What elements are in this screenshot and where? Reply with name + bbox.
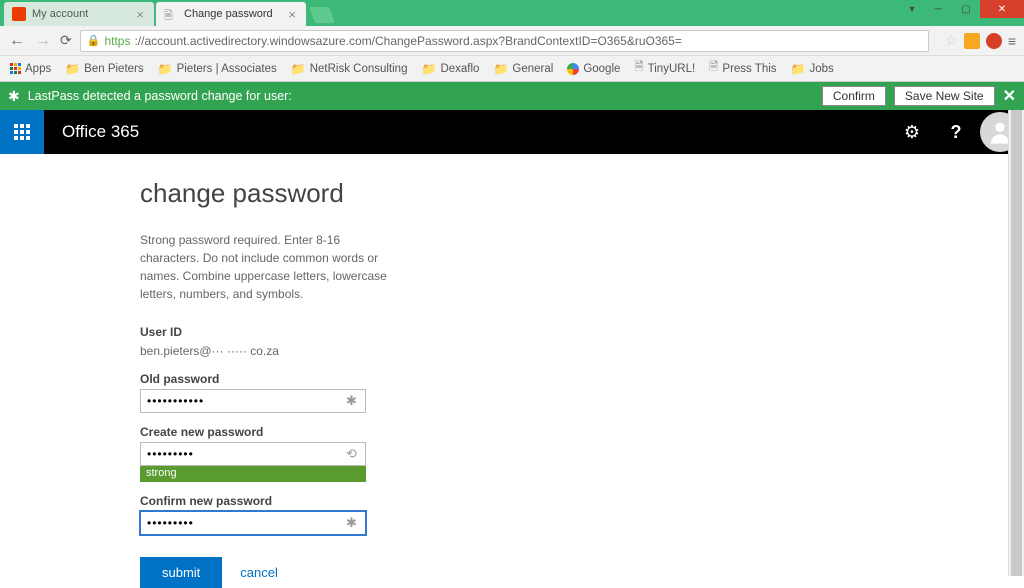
address-bar[interactable]: 🔒 https ://account.activedirectory.windo…: [80, 30, 930, 52]
scrollbar-thumb[interactable]: [1011, 110, 1022, 576]
close-tab-icon[interactable]: ×: [136, 7, 144, 22]
lastpass-close-icon[interactable]: ✕: [1003, 86, 1016, 106]
folder-icon: 📁: [791, 62, 806, 76]
old-password-label: Old password: [140, 372, 1005, 386]
window-close-button[interactable]: ✕: [980, 0, 1024, 18]
window-user-button[interactable]: ▾: [900, 0, 924, 18]
lastpass-confirm-button[interactable]: Confirm: [822, 86, 886, 106]
app-launcher-button[interactable]: [0, 110, 44, 154]
gear-icon: ⚙: [904, 122, 920, 143]
o365-product-name: Office 365: [62, 122, 139, 142]
lastpass-message: LastPass detected a password change for …: [28, 89, 292, 103]
cancel-link[interactable]: cancel: [240, 565, 278, 580]
bookmark-item[interactable]: 🗎Press This: [709, 59, 776, 78]
bookmark-item[interactable]: Google: [567, 63, 620, 75]
bookmark-item[interactable]: 📁Jobs: [791, 62, 834, 76]
waffle-icon: [14, 124, 30, 140]
page-title: change password: [140, 178, 1005, 209]
folder-icon: 📁: [421, 62, 436, 76]
bookmark-item[interactable]: 📁Pieters | Associates: [158, 62, 277, 76]
google-icon: [567, 63, 579, 75]
new-password-input[interactable]: [140, 442, 366, 466]
new-tab-button[interactable]: [309, 7, 335, 23]
confirm-password-label: Confirm new password: [140, 494, 1005, 508]
extension-icon[interactable]: [964, 33, 980, 49]
extension-icon[interactable]: [986, 33, 1002, 49]
o365-header: Office 365 ⚙ ?: [0, 110, 1024, 154]
help-button[interactable]: ?: [934, 110, 978, 154]
page-favicon: 🗎: [164, 7, 178, 21]
bookmark-item[interactable]: 📁Ben Pieters: [65, 62, 143, 76]
bookmark-item[interactable]: 📁Dexaflo: [421, 62, 479, 76]
vertical-scrollbar[interactable]: [1008, 110, 1024, 576]
forward-button: →: [34, 32, 52, 50]
back-button[interactable]: ←: [8, 32, 26, 50]
settings-button[interactable]: ⚙: [890, 110, 934, 154]
folder-icon: 📁: [65, 62, 80, 76]
tab-title: My account: [32, 8, 88, 20]
lastpass-save-button[interactable]: Save New Site: [894, 86, 995, 106]
old-password-input[interactable]: [140, 389, 366, 413]
password-help-text: Strong password required. Enter 8-16 cha…: [140, 231, 400, 303]
userid-value: ben.pieters@··· ····· co.za: [140, 344, 279, 358]
lock-icon: 🔒: [87, 34, 101, 47]
password-strength-indicator: strong: [140, 466, 366, 482]
apps-grid-icon: [10, 63, 21, 74]
browser-tab-strip: My account × 🗎 Change password ×: [0, 0, 1024, 26]
page-content: change password Strong password required…: [0, 154, 1005, 588]
url-path: ://account.activedirectory.windowsazure.…: [134, 34, 681, 48]
window-maximize-button[interactable]: ▢: [952, 0, 980, 18]
bookmark-item[interactable]: 📁NetRisk Consulting: [291, 62, 408, 76]
close-tab-icon[interactable]: ×: [288, 7, 296, 22]
lastpass-icon: ✱: [8, 88, 20, 105]
bookmark-item[interactable]: 🗎TinyURL!: [634, 59, 695, 78]
browser-tab-active[interactable]: 🗎 Change password ×: [156, 2, 306, 26]
url-protocol: https: [104, 34, 130, 48]
lastpass-field-icon[interactable]: ✱: [346, 393, 362, 409]
page-icon: 🗎: [634, 59, 643, 78]
bookmark-item[interactable]: 📁General: [493, 62, 553, 76]
folder-icon: 📁: [158, 62, 173, 76]
office-favicon: [12, 7, 26, 21]
browser-tab[interactable]: My account ×: [4, 2, 154, 26]
browser-toolbar: ← → ⟳ 🔒 https ://account.activedirectory…: [0, 26, 1024, 56]
bookmarks-bar: Apps 📁Ben Pieters 📁Pieters | Associates …: [0, 56, 1024, 82]
new-password-label: Create new password: [140, 425, 1005, 439]
confirm-password-input[interactable]: [140, 511, 366, 535]
chrome-menu-button[interactable]: ≡: [1008, 33, 1016, 49]
bookmark-star-icon[interactable]: ☆: [945, 32, 958, 49]
userid-label: User ID: [140, 325, 1005, 339]
apps-shortcut[interactable]: Apps: [10, 63, 51, 75]
refresh-field-icon[interactable]: ⟲: [346, 446, 362, 462]
reload-button[interactable]: ⟳: [60, 32, 72, 49]
lastpass-field-icon[interactable]: ✱: [346, 515, 362, 531]
folder-icon: 📁: [291, 62, 306, 76]
window-minimize-button[interactable]: ─: [924, 0, 952, 18]
question-icon: ?: [951, 122, 962, 143]
folder-icon: 📁: [493, 62, 508, 76]
page-icon: 🗎: [709, 59, 718, 78]
submit-button[interactable]: submit: [140, 557, 222, 588]
tab-title: Change password: [184, 8, 273, 20]
lastpass-banner: ✱ LastPass detected a password change fo…: [0, 82, 1024, 110]
